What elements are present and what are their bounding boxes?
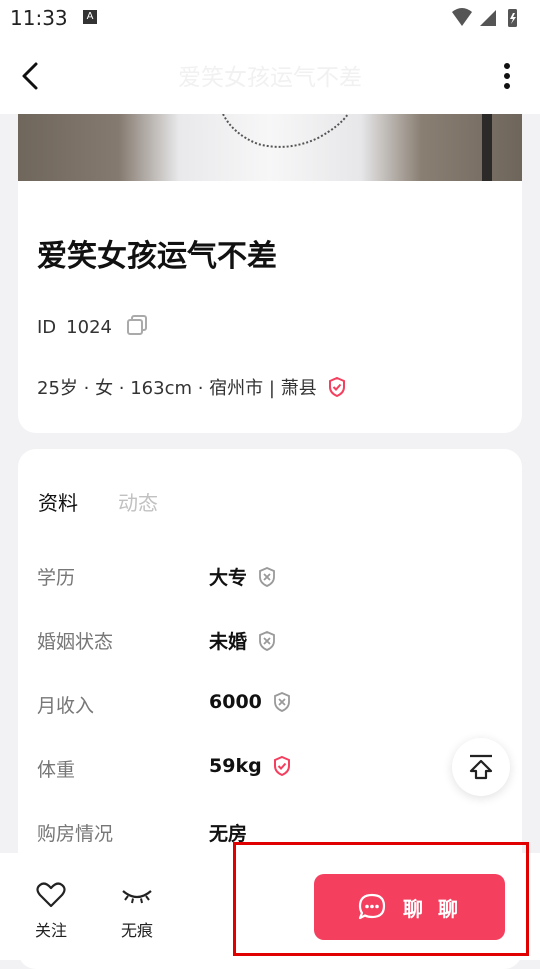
field-value: 未婚 <box>209 631 248 653</box>
id-label: ID <box>37 317 57 338</box>
profile-fields: 学历 大专 婚姻状态 未婚 月收入 6000 体重 59kg 购房情况 无房 <box>37 563 477 883</box>
traceless-button[interactable]: 无痕 <box>107 881 167 941</box>
verified-shield-icon <box>273 755 290 777</box>
field-row-monthly-income: 月收入 6000 <box>37 691 477 755</box>
unverified-shield-icon <box>259 630 275 651</box>
field-value: 无房 <box>209 823 248 845</box>
necklace-graphic <box>222 114 349 148</box>
profile-name: 爱笑女孩运气不差 <box>37 239 277 274</box>
top-nav-bar: 爱笑女孩运气不差 <box>0 36 540 114</box>
tab-profile-info[interactable]: 资料 <box>38 487 78 516</box>
heart-icon <box>36 882 66 908</box>
chat-button[interactable]: 聊 聊 <box>314 874 505 940</box>
wifi-signal-battery-icon <box>452 8 517 27</box>
field-label: 购房情况 <box>37 823 114 845</box>
field-label: 月收入 <box>37 695 95 717</box>
id-value: 1024 <box>66 317 112 338</box>
follow-button[interactable]: 关注 <box>21 881 81 941</box>
bottom-action-bar: 关注 无痕 聊 聊 <box>0 853 540 960</box>
profile-info-card: 爱笑女孩运气不差 ID 1024 25岁 · 女 · 163cm · 宿州市 |… <box>18 181 522 433</box>
status-bar: 11:33 A <box>0 0 540 36</box>
id-row: ID 1024 <box>37 314 148 341</box>
field-label: 体重 <box>37 759 76 781</box>
field-value-wrap: 6000 <box>209 691 292 713</box>
field-row-marital-status: 婚姻状态 未婚 <box>37 627 477 691</box>
profile-photo[interactable] <box>18 114 522 181</box>
arrow-up-icon <box>469 754 493 780</box>
more-vertical-icon <box>504 63 510 89</box>
field-label: 学历 <box>37 567 76 589</box>
closed-eye-icon <box>122 890 152 904</box>
field-value-wrap: 无房 <box>209 819 247 846</box>
copy-icon <box>126 315 147 335</box>
profile-meta: 25岁 · 女 · 163cm · 宿州市 | 萧县 <box>37 374 347 400</box>
field-value: 6000 <box>209 691 262 713</box>
field-value-wrap: 未婚 <box>209 627 277 654</box>
field-row-weight: 体重 59kg <box>37 755 477 819</box>
chat-bubble-icon <box>358 893 386 920</box>
profile-meta-text: 25岁 · 女 · 163cm · 宿州市 | 萧县 <box>37 378 317 399</box>
bag-strap <box>482 114 492 181</box>
field-label: 婚姻状态 <box>37 631 114 653</box>
unverified-shield-icon <box>259 566 275 587</box>
back-button[interactable] <box>14 54 50 98</box>
more-options-button[interactable] <box>492 54 522 98</box>
field-value-wrap: 大专 <box>209 563 277 590</box>
field-value-wrap: 59kg <box>209 755 292 777</box>
chat-label: 聊 聊 <box>403 896 462 921</box>
notification-icon: A <box>83 10 97 24</box>
profile-tabs: 资料 动态 <box>38 487 158 516</box>
verified-shield-icon <box>328 376 345 398</box>
chevron-left-icon <box>22 62 38 90</box>
field-value: 59kg <box>209 755 262 777</box>
follow-label: 关注 <box>34 921 67 940</box>
field-row-education: 学历 大专 <box>37 563 477 627</box>
tab-moments[interactable]: 动态 <box>118 487 158 516</box>
copy-button[interactable] <box>126 314 148 341</box>
nav-title: 爱笑女孩运气不差 <box>178 65 362 91</box>
field-value: 大专 <box>209 567 248 589</box>
traceless-label: 无痕 <box>120 921 153 940</box>
unverified-shield-icon <box>273 692 290 712</box>
status-icons <box>450 6 530 34</box>
scroll-to-top-button[interactable] <box>452 738 510 796</box>
status-time: 11:33 <box>10 6 68 30</box>
